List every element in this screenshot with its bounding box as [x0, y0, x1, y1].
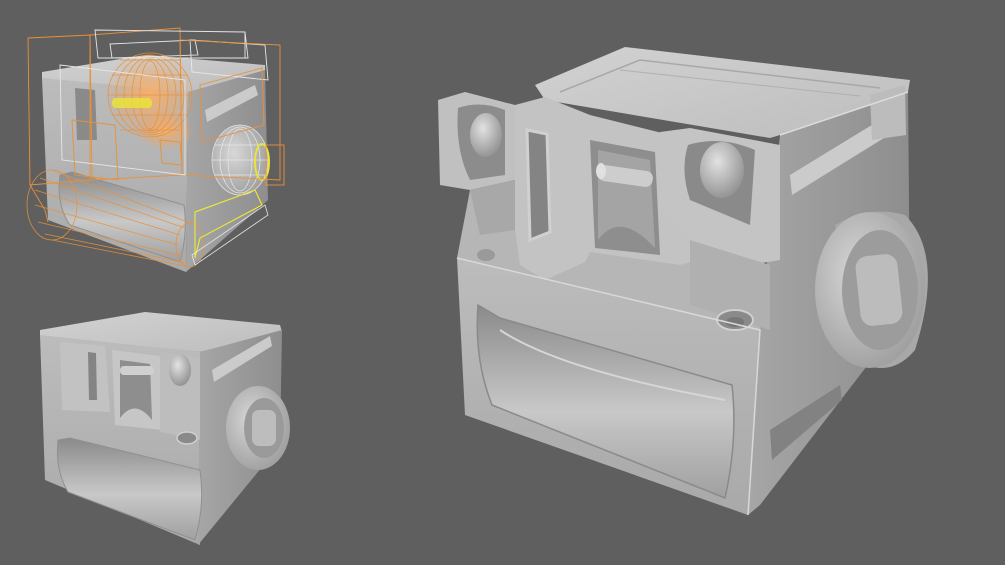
render-scene: [26, 27, 928, 545]
vertical-slot: [525, 128, 552, 243]
side-boss-wireframe: [211, 124, 285, 196]
wireframe-xray-view: [26, 27, 285, 272]
shaded-small-view: [40, 312, 290, 545]
viewport-canvas: [0, 0, 1005, 565]
shaded-large-view: [438, 47, 928, 516]
shaft-highlight: [112, 98, 152, 108]
side-boss: [815, 211, 928, 368]
